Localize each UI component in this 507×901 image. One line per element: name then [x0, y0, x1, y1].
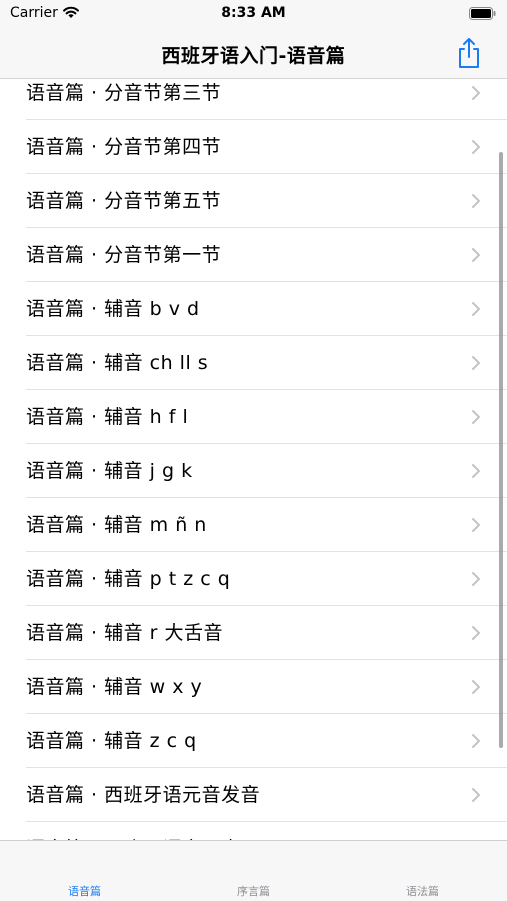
list-item[interactable]: 语音篇 · 分音节第四节 [0, 120, 507, 174]
list-item-label: 语音篇 · 分音节第五节 [26, 190, 222, 212]
chevron-right-icon [472, 86, 480, 100]
list-item-label: 语音篇 · 辅音 ch ll s [26, 352, 209, 374]
chevron-right-icon [472, 248, 480, 262]
list-item[interactable]: 语音篇 · 辅音 h f l [0, 390, 507, 444]
tab-bar: 语音篇 序言篇 语法篇 [0, 840, 507, 901]
list-item-label: 语音篇 · 辅音 z c q [26, 730, 197, 752]
chevron-right-icon [472, 734, 480, 748]
tab-label: 语音篇 [68, 885, 101, 898]
list-item[interactable]: 语音篇 · 西班牙语字母表 [0, 822, 507, 840]
list-item-label: 语音篇 · 辅音 b v d [26, 298, 200, 320]
chevron-right-icon [472, 356, 480, 370]
list-item-label: 语音篇 · 辅音 w x y [26, 676, 203, 698]
chevron-right-icon [472, 464, 480, 478]
list-item[interactable]: 语音篇 · 辅音 m ñ n [0, 498, 507, 552]
tab-label: 语法篇 [406, 885, 439, 898]
lesson-list[interactable]: 语音篇 · 分音节第三节 语音篇 · 分音节第四节 语音篇 · 分音节第五节 语音篇 … [0, 79, 507, 840]
list-item-label: 语音篇 · 辅音 m ñ n [26, 514, 207, 536]
chevron-right-icon [472, 680, 480, 694]
list-item[interactable]: 语音篇 · 分音节第五节 [0, 174, 507, 228]
list-item[interactable]: 语音篇 · 西班牙语元音发音 [0, 768, 507, 822]
list-item[interactable]: 语音篇 · 分音节第三节 [0, 79, 507, 120]
list-item[interactable]: 语音篇 · 分音节第一节 [0, 228, 507, 282]
status-time: 8:33 AM [221, 5, 286, 21]
chevron-right-icon [472, 788, 480, 802]
list-item-label: 语音篇 · 分音节第一节 [26, 244, 222, 266]
list-item-label: 语音篇 · 辅音 p t z c q [26, 568, 231, 590]
list-item[interactable]: 语音篇 · 辅音 ch ll s [0, 336, 507, 390]
list-item-label: 语音篇 · 西班牙语元音发音 [26, 784, 261, 806]
share-button[interactable] [455, 36, 483, 70]
navigation-bar: 西班牙语入门-语音篇 [0, 30, 507, 79]
share-icon [459, 38, 479, 68]
chevron-right-icon [472, 518, 480, 532]
tab-preface[interactable]: 序言篇 [169, 841, 338, 901]
chevron-right-icon [472, 572, 480, 586]
list-item[interactable]: 语音篇 · 辅音 j g k [0, 444, 507, 498]
page-title: 西班牙语入门-语音篇 [161, 45, 346, 67]
list-item-label: 语音篇 · 西班牙语字母表 [26, 822, 241, 840]
list-item[interactable]: 语音篇 · 辅音 z c q [0, 714, 507, 768]
chevron-right-icon [472, 302, 480, 316]
list-item-label: 语音篇 · 辅音 r 大舌音 [26, 622, 224, 644]
battery-icon [469, 7, 496, 20]
chevron-right-icon [472, 140, 480, 154]
list-item[interactable]: 语音篇 · 辅音 r 大舌音 [0, 606, 507, 660]
chevron-right-icon [472, 410, 480, 424]
scroll-indicator[interactable] [499, 152, 503, 748]
list-item[interactable]: 语音篇 · 辅音 p t z c q [0, 552, 507, 606]
chevron-right-icon [472, 626, 480, 640]
tab-grammar[interactable]: 语法篇 [338, 841, 507, 901]
status-bar: Carrier 8:33 AM [0, 0, 507, 30]
list-item-label: 语音篇 · 分音节第三节 [26, 82, 222, 104]
tab-label: 序言篇 [237, 885, 270, 898]
tab-phonetics[interactable]: 语音篇 [0, 841, 169, 901]
list-item[interactable]: 语音篇 · 辅音 w x y [0, 660, 507, 714]
list-item-label: 语音篇 · 辅音 j g k [26, 460, 193, 482]
chevron-right-icon [472, 194, 480, 208]
list-item-label: 语音篇 · 辅音 h f l [26, 406, 189, 428]
list-item-label: 语音篇 · 分音节第四节 [26, 136, 222, 158]
list-item[interactable]: 语音篇 · 辅音 b v d [0, 282, 507, 336]
